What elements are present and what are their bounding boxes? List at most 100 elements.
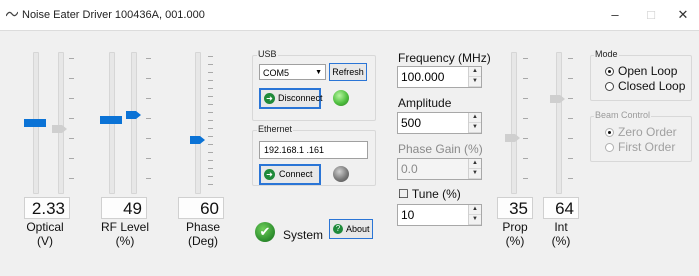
- prop-slider-thumb-tip: [515, 134, 520, 142]
- amplitude-label: Amplitude: [398, 96, 452, 110]
- ethernet-group-label: Ethernet: [257, 124, 294, 134]
- spin-up-icon[interactable]: ▲: [469, 113, 481, 123]
- ip-address-input[interactable]: 192.168.1 .161: [259, 141, 368, 159]
- tick: [208, 88, 213, 89]
- spin-down-icon[interactable]: ▼: [469, 77, 481, 87]
- tick: [208, 168, 213, 169]
- frequency-spinner[interactable]: ▲ ▼: [468, 67, 481, 87]
- usb-status-led: [333, 90, 349, 106]
- phase-slider-thumb[interactable]: [190, 136, 200, 144]
- beam-control-group-label: Beam Control: [594, 110, 652, 120]
- tick: [208, 104, 213, 105]
- tick: [208, 152, 213, 153]
- prop-slider-track: [511, 52, 517, 194]
- tick: [568, 78, 573, 79]
- optical-setpoint-thumb-tip: [62, 125, 67, 133]
- optical-unit: (V): [37, 234, 53, 248]
- tick: [523, 158, 528, 159]
- phase-slider-thumb-tip: [200, 136, 205, 144]
- tick: [568, 158, 573, 159]
- tick: [208, 176, 213, 177]
- int-unit: (%): [551, 234, 571, 248]
- phase-gain-label: Phase Gain (%): [398, 142, 483, 156]
- arrow-right-icon: ➜: [264, 93, 275, 104]
- disconnect-button[interactable]: ➜ Disconnect: [259, 88, 323, 109]
- int-slider-thumb-tip: [560, 95, 565, 103]
- mode-group-label: Mode: [594, 49, 619, 59]
- about-label: About: [346, 224, 370, 234]
- rf-setpoint-track: [131, 52, 137, 194]
- system-check-icon: ✔: [255, 222, 275, 242]
- amplitude-value: 500: [401, 116, 422, 130]
- rf-setpoint-thumb[interactable]: [126, 111, 136, 119]
- ethernet-status-led: [333, 166, 349, 182]
- tick: [208, 128, 213, 129]
- open-loop-radio[interactable]: [605, 67, 614, 76]
- tick: [208, 160, 213, 161]
- tick: [568, 58, 573, 59]
- closed-loop-label[interactable]: Closed Loop: [618, 79, 685, 93]
- tick: [146, 98, 151, 99]
- phase-gain-input: 0.0 ▲ ▼: [397, 158, 482, 180]
- first-order-label: First Order: [618, 140, 676, 154]
- tune-value: 10: [401, 208, 415, 222]
- open-loop-label[interactable]: Open Loop: [618, 64, 677, 78]
- tune-input[interactable]: 10 ▲ ▼: [397, 204, 482, 226]
- tick: [523, 178, 528, 179]
- optical-value: 2.33: [24, 197, 70, 219]
- rf-slider-thumb[interactable]: [100, 116, 122, 124]
- com-port-value: COM5: [263, 68, 290, 78]
- tick: [69, 118, 74, 119]
- rf-level-caption: RF Level: [100, 220, 150, 234]
- spin-down-icon[interactable]: ▼: [469, 123, 481, 133]
- com-port-select[interactable]: COM5 ▼: [259, 64, 326, 80]
- rf-setpoint-thumb-tip: [136, 111, 141, 119]
- tick: [69, 98, 74, 99]
- frequency-input[interactable]: 100.000 ▲ ▼: [397, 66, 482, 88]
- tick: [208, 64, 213, 65]
- checkbox-icon[interactable]: ☐: [398, 187, 409, 201]
- tick: [568, 98, 573, 99]
- tick: [69, 78, 74, 79]
- optical-setpoint-track: [58, 52, 64, 194]
- tick: [568, 118, 573, 119]
- frequency-label: Frequency (MHz): [398, 51, 491, 65]
- tune-checkbox[interactable]: ☐ Tune (%): [398, 187, 461, 201]
- arrow-right-icon: ➜: [264, 169, 275, 180]
- rf-level-value: 49: [101, 197, 147, 219]
- int-slider-thumb: [550, 95, 560, 103]
- phase-gain-spinner: ▲ ▼: [468, 159, 481, 179]
- prop-caption: Prop: [502, 220, 528, 234]
- tick: [523, 78, 528, 79]
- maximize-button: □: [647, 7, 655, 22]
- tick: [69, 178, 74, 179]
- tune-label: Tune (%): [411, 187, 461, 201]
- tick: [69, 138, 74, 139]
- tune-spinner[interactable]: ▲ ▼: [468, 205, 481, 225]
- close-button[interactable]: ✕: [668, 3, 698, 27]
- amplitude-input[interactable]: 500 ▲ ▼: [397, 112, 482, 134]
- spin-up-icon[interactable]: ▲: [469, 205, 481, 215]
- zero-order-label: Zero Order: [618, 125, 677, 139]
- spin-up-icon[interactable]: ▲: [469, 67, 481, 77]
- disconnect-label: Disconnect: [278, 93, 323, 103]
- tick: [523, 58, 528, 59]
- connect-button[interactable]: ➜ Connect: [259, 164, 321, 185]
- phase-gain-value: 0.0: [401, 162, 418, 176]
- frequency-value: 100.000: [401, 70, 445, 84]
- optical-slider-thumb[interactable]: [24, 119, 46, 127]
- title-bar: Noise Eater Driver 100436A, 001.000 – □ …: [0, 0, 699, 30]
- about-button[interactable]: ? About: [329, 219, 373, 239]
- closed-loop-radio[interactable]: [605, 82, 614, 91]
- zero-order-radio: [605, 128, 614, 137]
- phase-caption: Phase: [185, 220, 221, 234]
- tick: [523, 118, 528, 119]
- tick: [146, 178, 151, 179]
- refresh-button[interactable]: Refresh: [329, 63, 367, 81]
- prop-unit: (%): [505, 234, 525, 248]
- tick: [146, 58, 151, 59]
- app-wave-icon: [6, 11, 18, 17]
- spin-down-icon[interactable]: ▼: [469, 215, 481, 225]
- amplitude-spinner[interactable]: ▲ ▼: [468, 113, 481, 133]
- minimize-button[interactable]: –: [600, 3, 630, 27]
